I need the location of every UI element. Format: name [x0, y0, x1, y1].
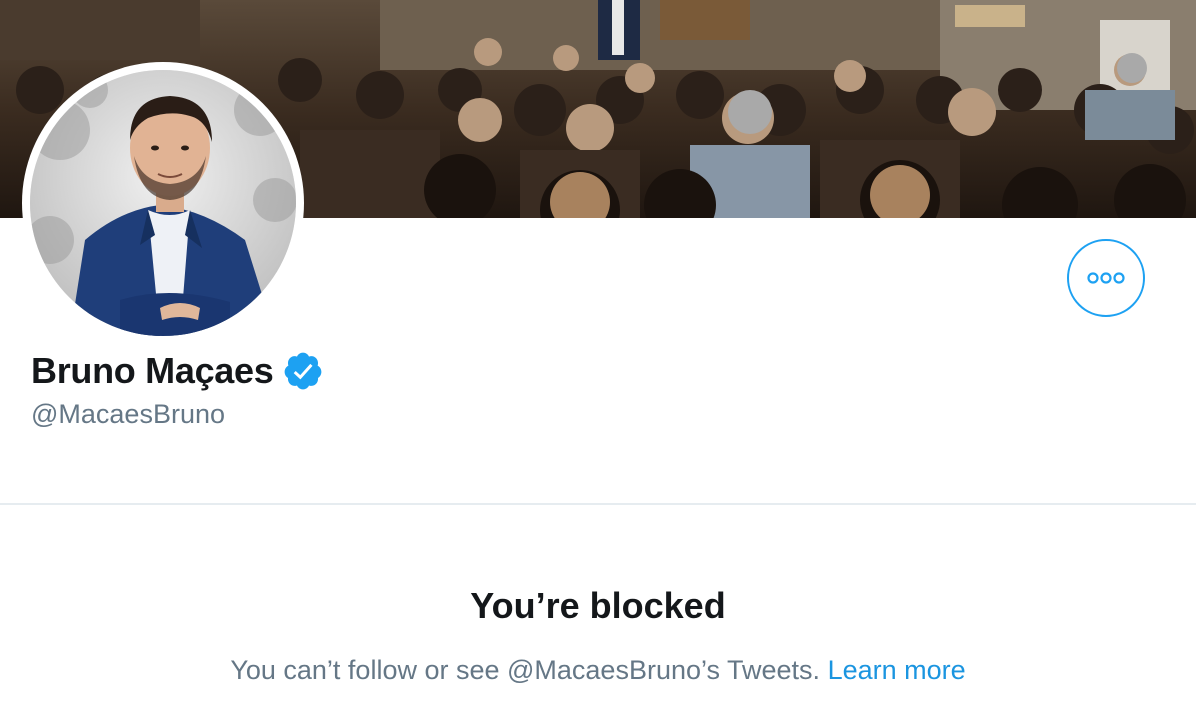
more-options-button[interactable] — [1067, 239, 1145, 317]
profile-name-row: Bruno Maçaes — [31, 348, 324, 394]
divider — [0, 503, 1196, 505]
profile-handle: @MacaesBruno — [31, 399, 225, 429]
profile-page: Bruno Maçaes @MacaesBruno You’re blocked… — [0, 0, 1196, 712]
display-name: Bruno Maçaes — [31, 350, 274, 391]
avatar[interactable] — [22, 62, 304, 344]
verified-badge-icon — [285, 352, 322, 390]
blocked-message: You can’t follow or see @MacaesBruno’s T… — [230, 655, 821, 685]
blocked-title: You’re blocked — [470, 585, 726, 626]
learn-more-link[interactable]: Learn more — [828, 655, 966, 685]
more-options-icon — [1087, 272, 1125, 284]
avatar-image — [30, 70, 296, 336]
blocked-message-row: You can’t follow or see @MacaesBruno’s T… — [0, 650, 1196, 690]
